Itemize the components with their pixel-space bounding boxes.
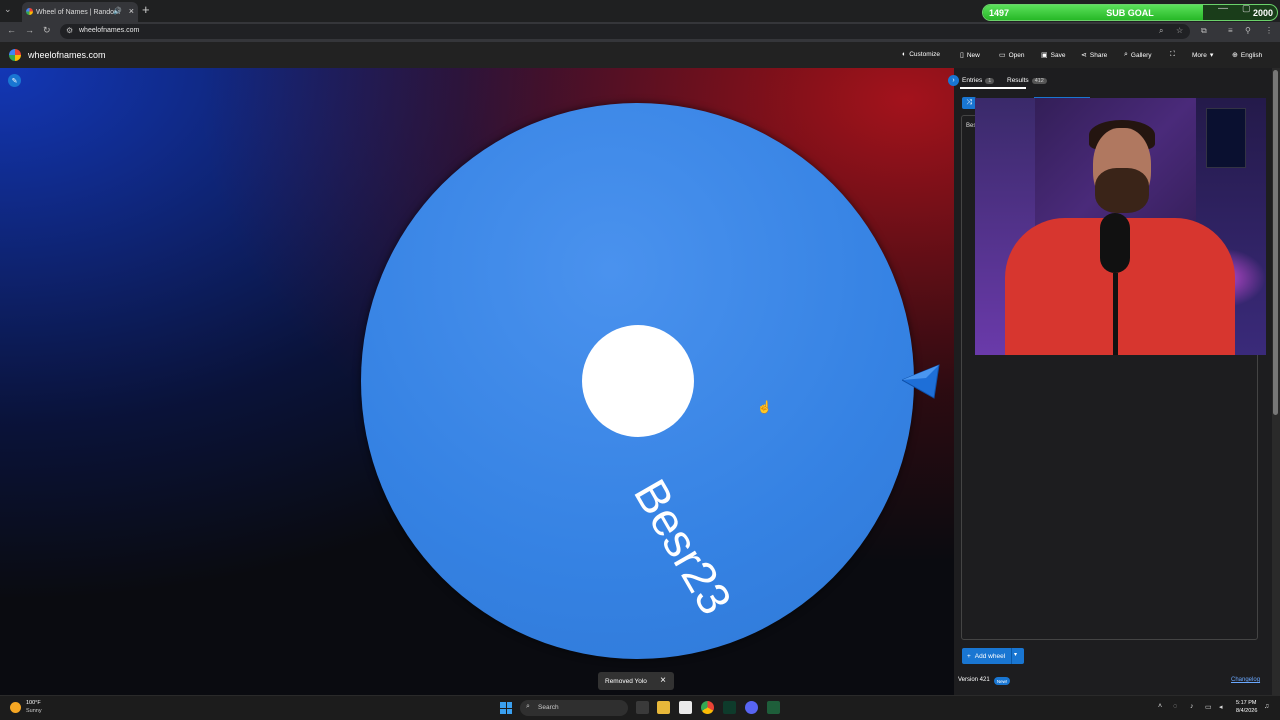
extensions-icon[interactable]: ⧉	[1201, 26, 1207, 36]
customize-button[interactable]: ◐ Customize	[902, 51, 940, 58]
language-button[interactable]: ⊕ English	[1232, 51, 1262, 60]
tray-chevron-icon[interactable]: ˄	[1158, 703, 1162, 710]
changelog-link[interactable]: Changelog	[1231, 677, 1260, 683]
sub-goal-label: SUB GOAL	[1106, 8, 1154, 18]
minimize-icon[interactable]: —	[1218, 3, 1228, 14]
taskbar-search-label: Search	[538, 704, 559, 711]
wheel-pointer-icon	[902, 364, 940, 399]
version-label: Version 421	[958, 677, 990, 683]
forward-icon[interactable]: →	[25, 25, 34, 35]
windows-start-icon[interactable]	[500, 702, 512, 714]
scrollbar-thumb[interactable]	[1273, 70, 1278, 415]
results-count: 412	[1031, 77, 1047, 84]
network-icon[interactable]: ▭	[1205, 703, 1212, 711]
toast-notification: Removed Yolo ×	[598, 672, 674, 690]
fullscreen-button[interactable]: ⛶	[1170, 51, 1175, 59]
notepad-icon[interactable]	[679, 701, 692, 714]
edit-pencil-icon[interactable]: ✎	[8, 74, 21, 87]
new-badge: New!	[994, 677, 1010, 685]
toast-close-icon[interactable]: ×	[660, 675, 666, 686]
reload-icon[interactable]: ↻	[43, 25, 51, 36]
active-tab-indicator	[960, 87, 1026, 89]
search-icon: ⌕	[1124, 51, 1128, 58]
close-tab-icon[interactable]: ×	[129, 6, 134, 16]
tab-title: Wheel of Names | Random	[36, 8, 120, 16]
url-input[interactable]	[60, 24, 1190, 39]
maximize-icon[interactable]: ▢	[1242, 3, 1251, 14]
new-tab-icon[interactable]: +	[142, 2, 150, 17]
tab-entries[interactable]: Entries 1	[962, 77, 995, 84]
site-info-icon[interactable]: ⚙	[66, 26, 73, 35]
shuffle-button[interactable]: ⤨	[962, 97, 976, 109]
chrome-icon[interactable]	[701, 701, 714, 714]
tab-results[interactable]: Results 412	[1007, 77, 1047, 84]
url-text: wheelofnames.com	[79, 27, 140, 34]
wheel-center-button[interactable]	[582, 325, 694, 437]
browser-menu-icon[interactable]: ⋮	[1265, 26, 1273, 35]
folder-icon: ▭	[999, 52, 1006, 59]
gallery-button[interactable]: ⌕ Gallery	[1124, 51, 1152, 59]
search-icon: ⌕	[526, 703, 530, 710]
share-icon: ⋖	[1081, 52, 1087, 59]
profile-icon[interactable]: ⚲	[1245, 26, 1251, 35]
file-explorer-icon[interactable]	[657, 701, 670, 714]
chevron-down-icon: ▾	[1209, 52, 1214, 59]
globe-icon: ⊕	[1232, 52, 1238, 59]
save-button[interactable]: ▣ Save	[1041, 51, 1065, 60]
file-icon: ▯	[960, 52, 964, 59]
button-divider	[1011, 648, 1012, 664]
add-wheel-dropdown-icon[interactable]: ▾	[1014, 651, 1017, 658]
tab-search-dropdown-icon[interactable]: ⌄	[4, 4, 12, 15]
browser-tab[interactable]: Wheel of Names | Random 🔊 ×	[22, 2, 138, 22]
entries-count: 1	[985, 77, 995, 84]
sun-weather-icon[interactable]	[10, 702, 21, 713]
webcam-overlay	[975, 98, 1266, 355]
sub-goal-target: 2000	[1252, 8, 1273, 18]
task-view-icon[interactable]	[636, 701, 649, 714]
plus-icon: +	[967, 652, 971, 660]
palette-icon: ◐	[902, 51, 907, 58]
weather-temperature: 100°F	[26, 700, 41, 706]
bookmark-star-icon[interactable]: ☆	[1176, 26, 1183, 35]
terminal-app-icon[interactable]	[723, 701, 736, 714]
volume-icon[interactable]: ◂	[1219, 703, 1223, 711]
save-icon: ▣	[1041, 52, 1048, 59]
excel-icon[interactable]	[767, 701, 780, 714]
discord-icon[interactable]	[745, 701, 758, 714]
tray-app-icon[interactable]: ◌	[1173, 703, 1177, 710]
collapse-panel-icon[interactable]: ›	[948, 75, 959, 86]
back-icon[interactable]: ←	[7, 25, 16, 35]
toast-message: Removed Yolo	[605, 677, 647, 685]
sub-goal-overlay: 1497 SUB GOAL 2000	[982, 4, 1278, 21]
shuffle-icon: ⤨	[966, 99, 972, 106]
hand-cursor-icon: ☝	[757, 400, 772, 414]
notification-bell-icon[interactable]: ♫	[1264, 703, 1269, 710]
open-button[interactable]: ▭ Open	[999, 51, 1025, 60]
more-button[interactable]: More ▾	[1192, 51, 1214, 60]
site-name[interactable]: wheelofnames.com	[28, 50, 106, 60]
media-icon[interactable]: ≡	[1228, 26, 1233, 35]
new-button[interactable]: ▯ New	[960, 51, 980, 60]
microphone-icon[interactable]: ♪	[1190, 703, 1194, 710]
weather-condition: Sunny	[26, 708, 42, 714]
wheel-logo-icon[interactable]	[9, 49, 21, 61]
clock-time[interactable]: 5:17 PM	[1236, 700, 1256, 706]
taskbar-search-box[interactable]	[520, 700, 628, 716]
zoom-icon[interactable]: ⌕	[1159, 26, 1163, 36]
favicon-icon	[26, 8, 33, 15]
share-button[interactable]: ⋖ Share	[1081, 51, 1107, 60]
fullscreen-icon: ⛶	[1170, 51, 1175, 58]
speaker-icon[interactable]: 🔊	[113, 7, 122, 15]
clock-date[interactable]: 8/4/2026	[1236, 708, 1257, 714]
